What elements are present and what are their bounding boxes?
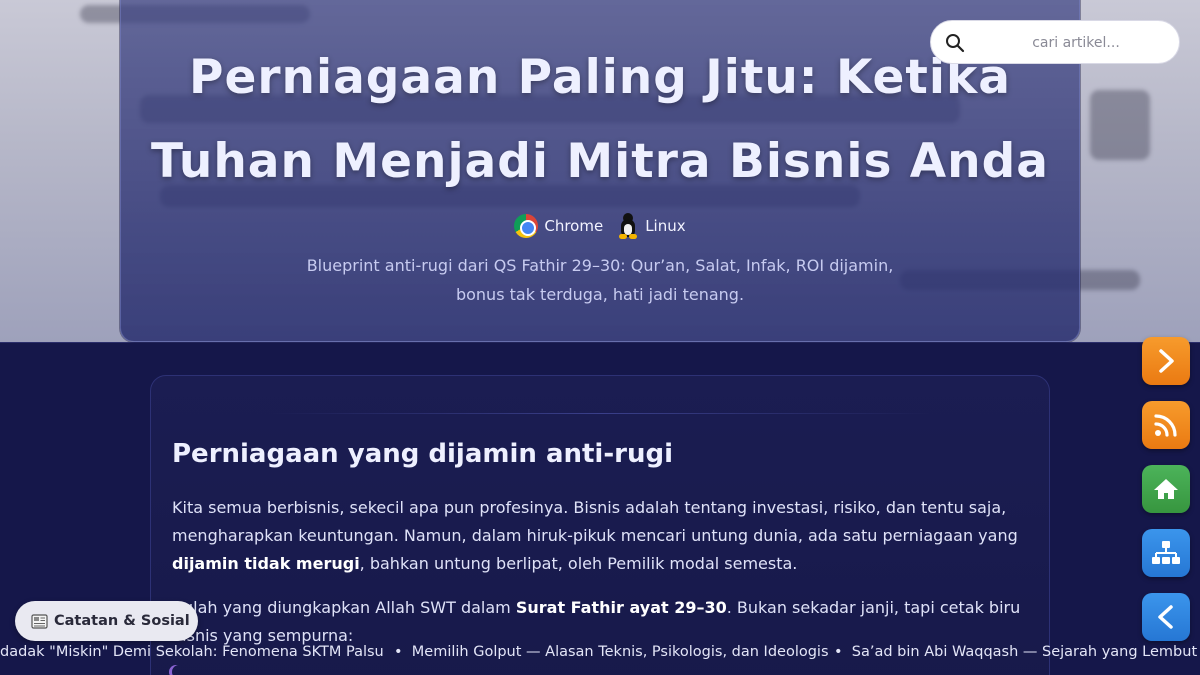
search-input[interactable]: [991, 29, 1161, 57]
rss-button[interactable]: [1142, 401, 1190, 449]
news-ticker: dadak "Miskin" Demi Sekolah: Fenomena SK…: [0, 641, 1200, 665]
paragraph-2-text-a: Itulah yang diungkapkan Allah SWT dalam: [172, 598, 516, 617]
paragraph-1-bold: dijamin tidak merugi: [172, 554, 360, 573]
badge-chrome-label: Chrome: [544, 217, 604, 235]
paragraph-1-text-b: , bahkan untung berlipat, oleh Pemilik m…: [359, 554, 798, 573]
ticker-item[interactable]: dadak "Miskin" Demi Sekolah: Fenomena SK…: [0, 644, 384, 660]
home-icon: [1154, 479, 1178, 499]
rss-icon: [1154, 414, 1177, 437]
paragraph-2-bold: Surat Fathir ayat 29–30: [515, 598, 727, 617]
back-arrow-button[interactable]: [1142, 593, 1190, 641]
paragraph-1: Kita semua berbisnis, sekecil apa pun pr…: [172, 494, 1032, 578]
sitemap-icon: [1152, 541, 1180, 564]
chip-label: Catatan & Sosial: [54, 613, 190, 629]
search-icon[interactable]: [945, 33, 965, 53]
chevron-left-icon: [1158, 605, 1173, 629]
sitemap-button[interactable]: [1142, 529, 1190, 577]
next-arrow-button[interactable]: [1142, 337, 1190, 385]
badge-chrome: Chrome: [514, 214, 603, 238]
linux-tux-icon: [617, 213, 639, 239]
chrome-icon: [514, 214, 539, 238]
ticker-item[interactable]: • Sa’ad bin Abi Waqqash — Sejarah yang L…: [834, 644, 1200, 660]
section-heading: Perniagaan yang dijamin anti-rugi: [172, 439, 673, 469]
paragraph-1-text-a: Kita semua berbisnis, sekecil apa pun pr…: [172, 498, 1018, 545]
divider: [271, 413, 931, 414]
platform-badges: Chrome Linux: [0, 213, 1200, 239]
newspaper-icon: [31, 613, 48, 629]
ticker-item[interactable]: • Memilih Golput — Alasan Teknis, Psikol…: [394, 644, 829, 660]
page-subtitle: Blueprint anti-rugi dari QS Fathir 29–30…: [306, 256, 894, 304]
home-button[interactable]: [1142, 465, 1190, 513]
search-box[interactable]: [930, 20, 1180, 64]
chevron-right-icon: [1159, 349, 1174, 373]
category-chip[interactable]: Catatan & Sosial: [15, 601, 198, 641]
crescent-icon: [172, 665, 186, 675]
badge-linux-label: Linux: [645, 217, 686, 235]
badge-linux: Linux: [617, 213, 686, 239]
page-title: Perniagaan Paling Jitu: Ketika Tuhan Men…: [150, 50, 1050, 189]
